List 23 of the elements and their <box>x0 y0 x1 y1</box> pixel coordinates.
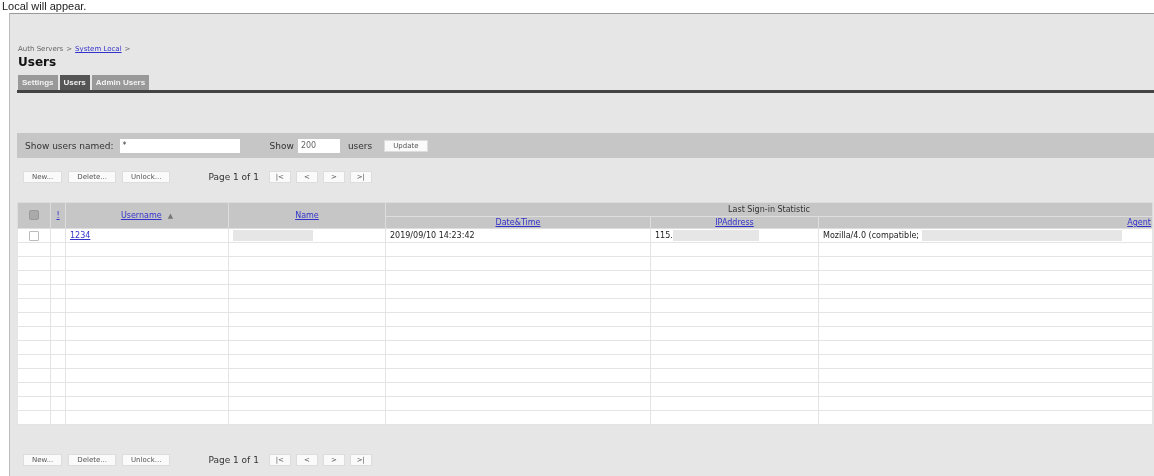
column-header[interactable]: Agent <box>1127 218 1151 227</box>
table-cell: Mozilla/4.0 (compatible; <box>823 231 919 240</box>
column-header[interactable]: IPAddress <box>715 218 754 227</box>
page-title: Users <box>18 55 58 69</box>
show-label: Show <box>269 140 294 151</box>
username-field[interactable]: * <box>119 138 240 153</box>
caption-text: Local will appear. <box>1 0 88 13</box>
row-checkbox[interactable] <box>29 230 39 241</box>
column-header[interactable]: Date&Time <box>495 218 541 227</box>
column-header[interactable]: ! <box>56 211 60 220</box>
page-indicator: Page 1 of 1 <box>208 172 259 182</box>
select-all-icon[interactable] <box>29 209 39 220</box>
page-indicator: Page 1 of 1 <box>208 455 259 465</box>
table-cell: 2019/09/10 14:23:42 <box>390 231 475 240</box>
column-header[interactable]: Name <box>295 211 319 220</box>
count-field[interactable]: 200 <box>297 138 340 153</box>
tab[interactable]: Users <box>59 75 90 90</box>
column-header[interactable]: Username <box>120 211 162 220</box>
filter-label: Show users named: <box>25 140 114 151</box>
column-group-header: Last Sign-in Statistic <box>728 205 810 214</box>
users-label: users <box>347 140 373 151</box>
table-cell: 115. <box>655 231 673 240</box>
username-link[interactable]: 1234 <box>70 231 91 240</box>
